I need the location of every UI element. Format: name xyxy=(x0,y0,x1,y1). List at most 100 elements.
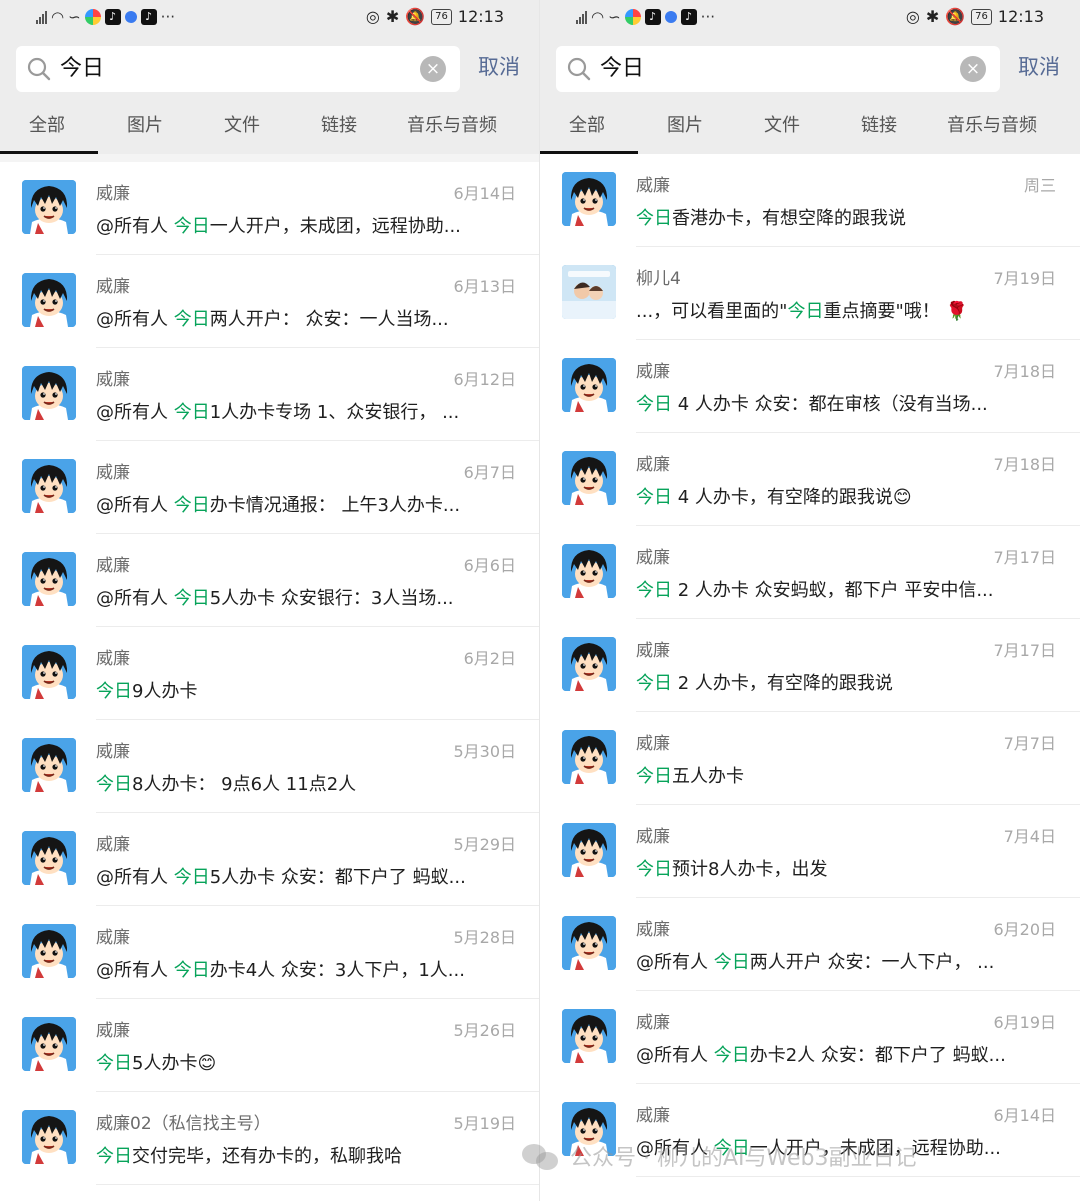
search-result-item[interactable]: 威廉 6月20日 @所有人 今日两人开户 众安：一人下户， ... xyxy=(540,898,1080,991)
avatar[interactable] xyxy=(22,738,76,792)
search-query: 今日 xyxy=(600,56,645,81)
message-snippet: 今日 4 人办卡，有空降的跟我说😊 xyxy=(636,485,1058,511)
message-date: 5月28日 xyxy=(453,928,516,947)
avatar[interactable] xyxy=(562,265,616,319)
search-result-item[interactable]: 威廉 6月14日 @所有人 今日一人开户，未成团，远程协助... xyxy=(0,162,540,255)
tab-files[interactable]: 文件 xyxy=(764,114,800,138)
keyword-highlight: 今日 xyxy=(96,681,132,702)
search-result-item[interactable]: 威廉 7月4日 今日预计8人办卡，出发 xyxy=(540,805,1080,898)
cancel-button[interactable]: 取消 xyxy=(1018,53,1060,81)
message-date: 7月18日 xyxy=(993,455,1056,474)
avatar[interactable] xyxy=(562,1009,616,1063)
search-result-item[interactable]: 威廉 7月7日 今日五人办卡 xyxy=(540,712,1080,805)
search-result-item[interactable]: 威廉 周三 今日香港办卡，有想空降的跟我说 xyxy=(540,154,1080,247)
snippet-suffix: 4 人办卡，有空降的跟我说😊 xyxy=(672,487,912,508)
tab-all[interactable]: 全部 xyxy=(29,114,65,138)
avatar[interactable] xyxy=(562,544,616,598)
clear-icon[interactable]: × xyxy=(420,56,446,82)
tab-links[interactable]: 链接 xyxy=(321,114,357,138)
snippet-prefix: ...，可以看里面的" xyxy=(636,301,788,322)
avatar[interactable] xyxy=(562,358,616,412)
avatar[interactable] xyxy=(562,451,616,505)
eye-comfort-icon: ◎ xyxy=(365,7,380,26)
search-result-item[interactable]: 威廉 6月2日 今日9人办卡 xyxy=(0,627,540,720)
clear-icon[interactable]: × xyxy=(960,56,986,82)
clock: 12:13 xyxy=(997,7,1044,26)
tab-all[interactable]: 全部 xyxy=(569,114,605,138)
snippet-suffix: 办卡情况通报： 上午3人办卡... xyxy=(209,495,461,516)
search-input[interactable]: 今日 × xyxy=(556,46,1000,92)
message-date: 6月19日 xyxy=(993,1013,1056,1032)
tab-files[interactable]: 文件 xyxy=(224,114,260,138)
avatar[interactable] xyxy=(22,273,76,327)
tab-images[interactable]: 图片 xyxy=(667,114,703,138)
message-snippet: 今日8人办卡： 9点6人 11点2人 xyxy=(96,772,518,798)
keyword-highlight: 今日 xyxy=(173,960,210,981)
cartoon-boy-avatar-icon xyxy=(22,273,76,327)
tab-links[interactable]: 链接 xyxy=(861,114,897,138)
avatar[interactable] xyxy=(562,172,616,226)
snippet-prefix: @所有人 xyxy=(96,960,174,981)
snippet-prefix: @所有人 xyxy=(96,402,174,423)
cartoon-boy-avatar-icon xyxy=(562,358,616,412)
status-system: ◎ ✱ 🔕 76 12:13 xyxy=(366,7,504,26)
avatar[interactable] xyxy=(22,1017,76,1071)
avatar[interactable] xyxy=(22,180,76,234)
keyword-highlight: 今日 xyxy=(713,1045,750,1066)
sender-name: 威廉 xyxy=(96,277,130,297)
mute-bell-icon: 🔕 xyxy=(945,7,966,26)
avatar[interactable] xyxy=(22,1110,76,1164)
search-result-item[interactable]: 威廉 7月17日 今日 2 人办卡，有空降的跟我说 xyxy=(540,619,1080,712)
search-result-item[interactable]: 威廉 5月30日 今日8人办卡： 9点6人 11点2人 xyxy=(0,720,540,813)
snippet-suffix: 4 人办卡 众安：都在审核（没有当场... xyxy=(672,394,988,415)
search-result-item[interactable]: 威廉 5月26日 今日5人办卡😊 xyxy=(0,999,540,1092)
message-snippet: 今日五人办卡 xyxy=(636,764,1058,790)
search-input[interactable]: 今日 × xyxy=(16,46,460,92)
cancel-button[interactable]: 取消 xyxy=(478,53,520,81)
filter-tabs: 全部 图片 文件 链接 音乐与音频 xyxy=(540,100,1080,154)
tab-music-audio[interactable]: 音乐与音频 xyxy=(947,114,1037,138)
message-snippet: 今日5人办卡😊 xyxy=(96,1051,518,1077)
search-result-item[interactable]: 威廉 6月19日 @所有人 今日办卡2人 众安：都下户了 蚂蚁... xyxy=(540,991,1080,1084)
search-result-item[interactable]: 柳儿4 7月19日 ...，可以看里面的"今日重点摘要"哦！ 🌹 xyxy=(540,247,1080,340)
avatar[interactable] xyxy=(562,823,616,877)
avatar[interactable] xyxy=(22,552,76,606)
search-result-item[interactable]: 威廉 5月29日 @所有人 今日5人办卡 众安：都下户了 蚂蚁... xyxy=(0,813,540,906)
search-result-item[interactable]: 威廉 6月6日 @所有人 今日5人办卡 众安银行：3人当场... xyxy=(0,534,540,627)
avatar[interactable] xyxy=(22,366,76,420)
status-notifications: ◠ ∽ ♪ ♪ ··· xyxy=(576,8,715,26)
watermark: 公众号 · 柳儿的AI与Web3副业日记 xyxy=(520,1134,1080,1178)
snippet-suffix: 香港办卡，有想空降的跟我说 xyxy=(672,208,906,229)
sender-name: 威廉 xyxy=(636,1013,670,1033)
avatar[interactable] xyxy=(562,730,616,784)
avatar[interactable] xyxy=(22,645,76,699)
message-date: 6月20日 xyxy=(993,920,1056,939)
avatar[interactable] xyxy=(22,459,76,513)
tab-images[interactable]: 图片 xyxy=(127,114,163,138)
search-result-item[interactable]: 威廉 6月12日 @所有人 今日1人办卡专场 1、众安银行， ... xyxy=(0,348,540,441)
snippet-prefix: @所有人 xyxy=(96,588,174,609)
avatar[interactable] xyxy=(22,924,76,978)
snippet-suffix: 两人开户 众安：一人下户， ... xyxy=(749,952,995,973)
search-result-item[interactable]: 威廉 6月13日 @所有人 今日两人开户： 众安：一人当场... xyxy=(0,255,540,348)
results-list: 威廉 6月14日 @所有人 今日一人开户，未成团，远程协助... 威廉 6月13日 @所有… xyxy=(0,162,540,1185)
sender-name: 柳儿4 xyxy=(636,269,681,289)
keyword-highlight: 今日 xyxy=(173,402,210,423)
tab-music-audio[interactable]: 音乐与音频 xyxy=(407,114,497,138)
sender-name: 威廉 xyxy=(96,1021,130,1041)
avatar[interactable] xyxy=(22,831,76,885)
search-result-item[interactable]: 威廉 5月28日 @所有人 今日办卡4人 众安：3人下户，1人... xyxy=(0,906,540,999)
avatar[interactable] xyxy=(562,637,616,691)
search-result-item[interactable]: 威廉 7月18日 今日 4 人办卡 众安：都在审核（没有当场... xyxy=(540,340,1080,433)
search-result-item[interactable]: 威廉 6月7日 @所有人 今日办卡情况通报： 上午3人办卡... xyxy=(0,441,540,534)
snippet-prefix: @所有人 xyxy=(96,216,174,237)
keyword-highlight: 今日 xyxy=(713,952,750,973)
search-result-item[interactable]: 威廉02（私信找主号） 5月19日 今日交付完毕，还有办卡的，私聊我哈 xyxy=(0,1092,540,1185)
snippet-prefix: @所有人 xyxy=(96,867,174,888)
avatar[interactable] xyxy=(562,916,616,970)
search-result-item[interactable]: 威廉 7月17日 今日 2 人办卡 众安蚂蚁，都下户 平安中信... xyxy=(540,526,1080,619)
message-date: 周三 xyxy=(1023,176,1056,195)
search-result-item[interactable]: 威廉 7月18日 今日 4 人办卡，有空降的跟我说😊 xyxy=(540,433,1080,526)
tiktok-icon: ♪ xyxy=(140,9,157,25)
cartoon-boy-avatar-icon xyxy=(22,552,76,606)
